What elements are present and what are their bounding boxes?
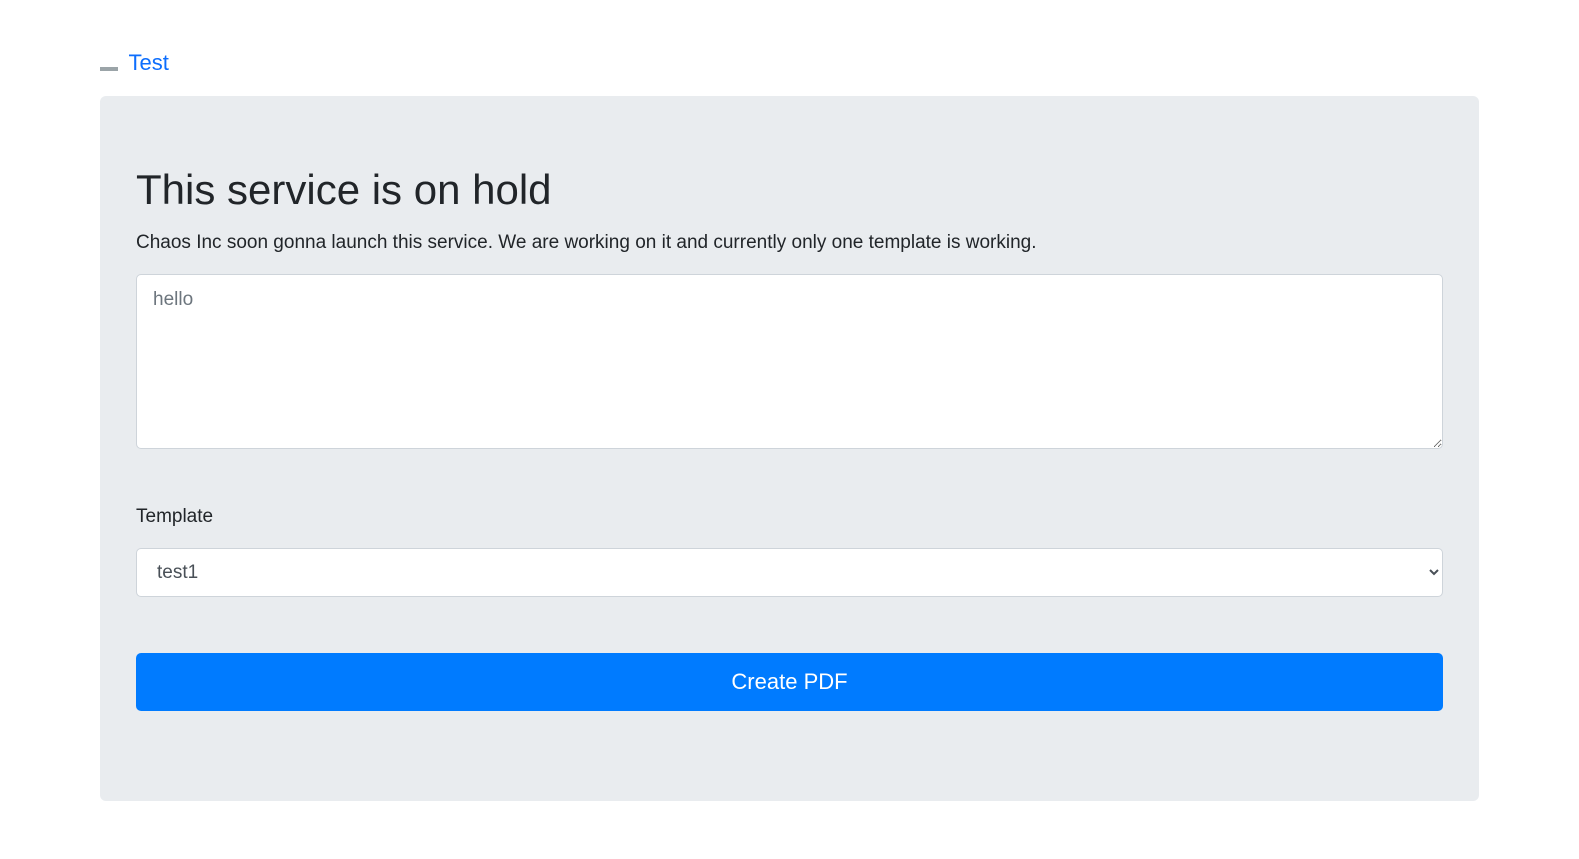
page-heading: This service is on hold <box>136 166 1443 214</box>
template-section: Template test1 <box>136 506 1443 597</box>
template-label: Template <box>136 506 1443 528</box>
template-select[interactable]: test1 <box>136 548 1443 597</box>
main-panel: This service is on hold Chaos Inc soon g… <box>100 96 1479 801</box>
loading-icon <box>100 67 118 71</box>
nav-link-test[interactable]: Test <box>128 50 168 75</box>
create-pdf-button[interactable]: Create PDF <box>136 653 1443 711</box>
content-textarea[interactable] <box>136 274 1443 449</box>
page-description: Chaos Inc soon gonna launch this service… <box>136 232 1443 254</box>
nav-bar: Test <box>0 0 1579 96</box>
